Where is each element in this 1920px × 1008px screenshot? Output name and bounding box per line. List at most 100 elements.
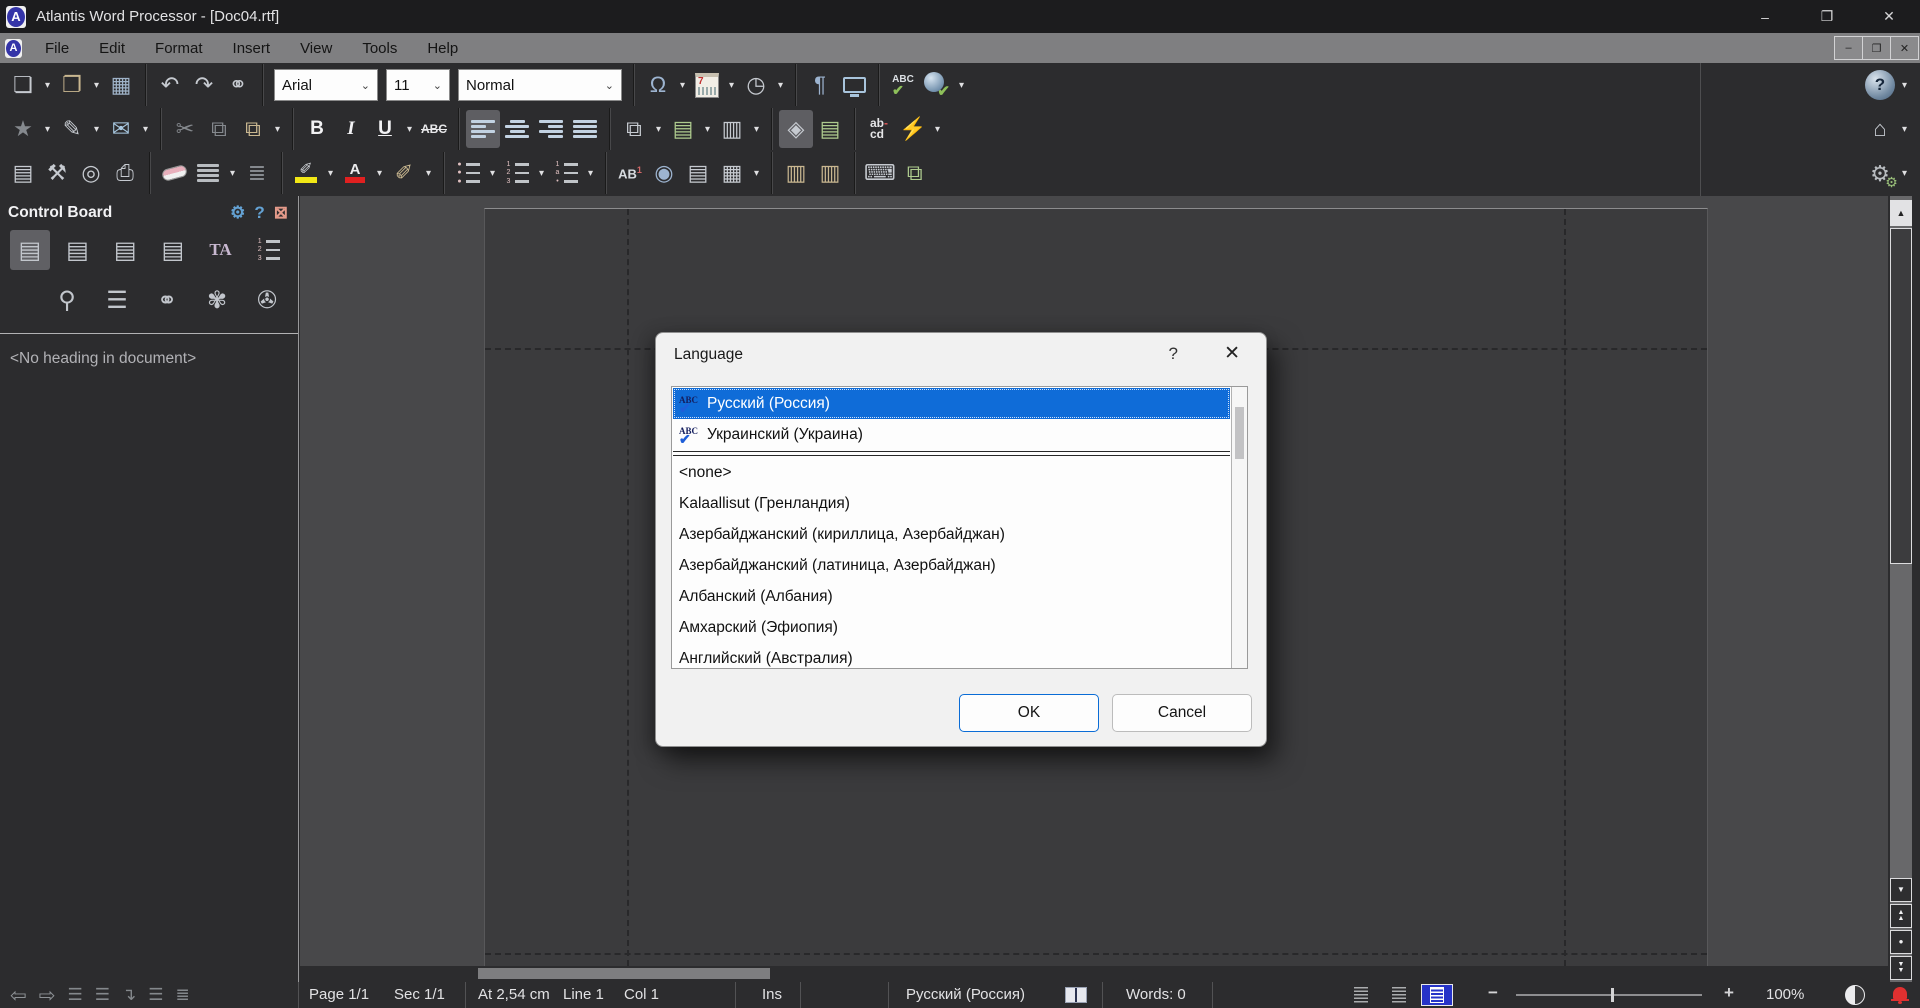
bullet-list-dropdown[interactable]: ▾ [485,154,500,192]
horizontal-scrollbar[interactable] [300,966,1888,982]
cut[interactable]: ✂ [168,110,202,148]
minimize-button[interactable]: – [1734,0,1796,33]
copy-formatting-dropdown[interactable]: ▾ [651,110,666,148]
zoom-level[interactable]: 100% [1766,986,1804,1003]
vertical-scrollbar[interactable]: ▲ ▼ ▲ ▲ ● ▼ ▼ [1890,196,1912,982]
dialog-help-button[interactable]: ? [1169,344,1178,364]
menu-help[interactable]: Help [412,33,473,63]
favorites-dropdown[interactable]: ▾ [40,110,55,148]
home-web-dropdown[interactable]: ▾ [1897,110,1912,148]
full-screen[interactable] [837,66,871,104]
help[interactable]: ? [1863,66,1897,104]
paste[interactable]: ⧉ [236,110,270,148]
goto-last-edit-button[interactable]: ↴ [122,985,136,1005]
control-board-help[interactable]: ? [254,203,264,223]
insert-image[interactable]: ▤ [666,110,700,148]
status-page[interactable]: Page 1/1 [309,986,369,1003]
line-spacing[interactable]: ≣ [240,154,274,192]
browse-next-page-button[interactable]: ▼ ▼ [1890,956,1912,980]
strikethrough[interactable]: ABC [417,110,451,148]
onscreen-keyboard[interactable]: ⌨ [862,154,898,192]
borders-dropdown[interactable]: ▾ [225,154,240,192]
options-gears-dropdown[interactable]: ▾ [1897,155,1912,193]
insert-time-dropdown[interactable]: ▾ [773,66,788,104]
browse-previous-page-button[interactable]: ▲ ▲ [1890,904,1912,928]
language-list-scrollbar-thumb[interactable] [1235,407,1244,459]
language-option[interactable]: Албанский (Албания) [673,581,1230,612]
font-name-combo[interactable]: Arial ⌄ [274,69,378,101]
numbered-list-dropdown[interactable]: ▾ [534,154,549,192]
underline-dropdown[interactable]: ▾ [402,110,417,148]
borders[interactable] [191,154,225,192]
theme-toggle-icon[interactable] [1845,985,1865,1005]
search-tool[interactable]: ⚭ [146,280,188,320]
view-web-button[interactable] [1383,984,1415,1006]
horizontal-scrollbar-thumb[interactable] [478,968,770,979]
colors-tool[interactable]: ✾ [196,280,238,320]
zoom-out-button[interactable]: − [1488,983,1498,1003]
language-option[interactable]: ABC ✔ Русский (Россия) [673,388,1230,419]
copy[interactable]: ⧉ [202,110,236,148]
clear-find-all-button[interactable]: ☰ [95,985,110,1005]
hyperlink[interactable]: ◉ [647,154,681,192]
scroll-up-button[interactable]: ▲ [1890,200,1912,226]
undo[interactable]: ↶ [153,66,187,104]
cancel-button[interactable]: Cancel [1112,694,1252,732]
dialog-close-button[interactable]: ✕ [1224,342,1240,365]
send-mail-dropdown[interactable]: ▾ [138,110,153,148]
doc-minimize-button[interactable]: – [1834,36,1863,60]
document-map[interactable]: ◈ [779,110,813,148]
maximize-restore-button[interactable]: ❐ [1796,0,1858,33]
language-list[interactable]: ABC ✔ Русский (Россия) ABC ✔ Украинский (Укра… [671,386,1248,669]
menu-format[interactable]: Format [140,33,218,63]
autocorrect[interactable]: ⚡ [896,110,930,148]
document-properties[interactable]: ▤ [6,154,40,192]
insert-date[interactable]: 7 [690,66,724,104]
highlighter[interactable]: ✐ [289,154,323,192]
open-document-dropdown[interactable]: ▾ [89,66,104,104]
status-column[interactable]: Col 1 [624,986,659,1003]
ruler-toggle[interactable]: ▥ [813,154,847,192]
go-forward-button[interactable]: ⇨ [39,983,56,1008]
italic[interactable]: I [334,110,368,148]
font-color-dropdown[interactable]: ▾ [372,154,387,192]
review-pane[interactable]: ▤ [153,230,193,270]
zoom-slider-thumb[interactable] [1611,988,1614,1002]
home-web[interactable]: ⌂ [1863,110,1897,148]
dictionary-book-icon[interactable] [1065,987,1087,1003]
copy-formatting[interactable]: ⧉ [617,110,651,148]
insert-table-dropdown[interactable]: ▾ [749,154,764,192]
close-button[interactable]: ✕ [1858,0,1920,33]
align-left[interactable] [466,110,500,148]
paste-dropdown[interactable]: ▾ [270,110,285,148]
font-color[interactable]: A [338,154,372,192]
status-section[interactable]: Sec 1/1 [394,986,445,1003]
clips-tool[interactable]: ✇ [246,280,288,320]
insert-symbol[interactable]: Ω [641,66,675,104]
align-center[interactable] [500,110,534,148]
insert-time[interactable]: ◷ [739,66,773,104]
panel-splitter[interactable] [298,196,299,982]
font-size-combo[interactable]: 11 ⌄ [386,69,450,101]
format-brush[interactable]: ✐ [387,154,421,192]
doc-restore-button[interactable]: ❐ [1862,36,1891,60]
browse-next-button[interactable]: ≣ [176,985,190,1005]
doc-close-button[interactable]: ✕ [1890,36,1919,60]
zoom-in-button[interactable]: + [1724,983,1734,1003]
quick-save[interactable]: ✎ [55,110,89,148]
favorites[interactable]: ★ [6,110,40,148]
language-option[interactable]: <none> [673,457,1230,488]
new-document[interactable]: ❏ [6,66,40,104]
quick-save-dropdown[interactable]: ▾ [89,110,104,148]
document-repair[interactable]: ⚒ [40,154,74,192]
clear-find-first-button[interactable]: ☰ [68,985,83,1005]
scroll-down-button[interactable]: ▼ [1890,878,1912,902]
outline-list[interactable]: 1 a • [549,154,583,192]
language-option[interactable]: Амхарский (Эфиопия) [673,612,1230,643]
status-position[interactable]: At 2,54 cm [478,986,550,1003]
language-option[interactable]: Английский (Австралия) [673,643,1230,668]
align-right[interactable] [534,110,568,148]
paragraph-tool[interactable]: ☰ [96,280,138,320]
save[interactable]: ▦ [104,66,138,104]
view-draft-button[interactable] [1345,984,1377,1006]
